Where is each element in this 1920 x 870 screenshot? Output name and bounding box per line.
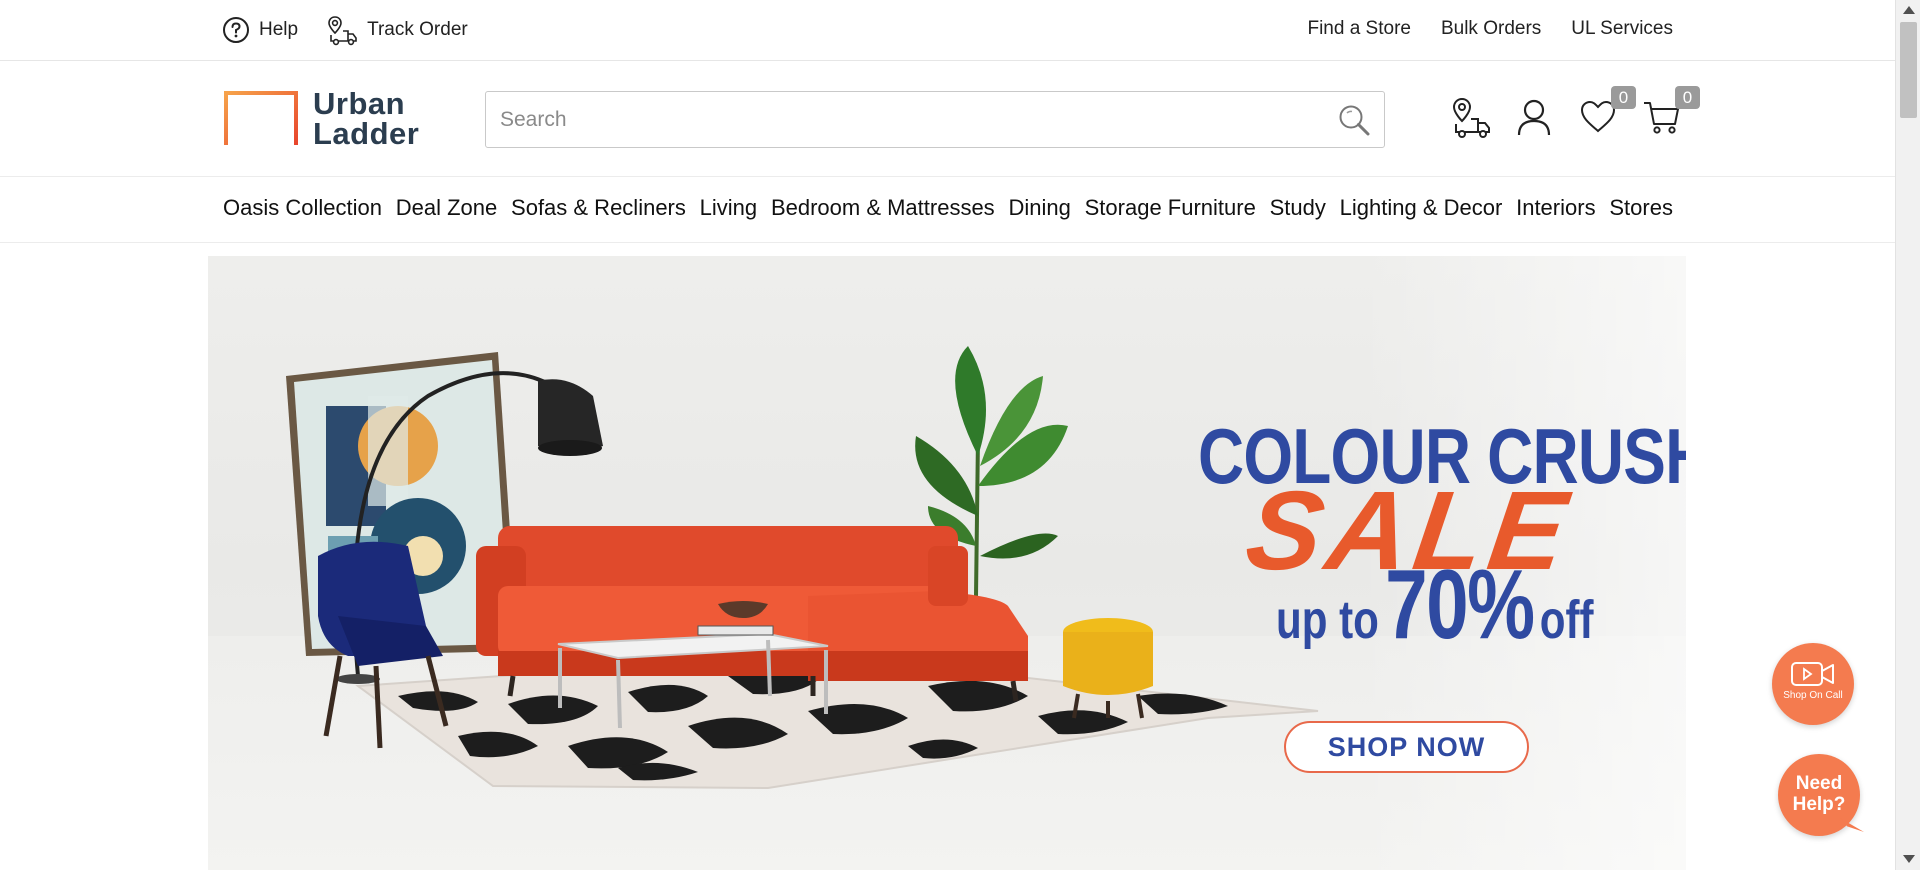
bulk-orders-link[interactable]: Bulk Orders bbox=[1441, 18, 1541, 40]
search-icon[interactable] bbox=[1336, 102, 1372, 138]
hero-banner[interactable]: COLOUR CRUSH SALE up to 70% off SHOP NOW bbox=[208, 256, 1686, 870]
track-order-icon bbox=[328, 16, 357, 46]
help-link[interactable]: Help bbox=[222, 16, 298, 44]
delivery-location-icon bbox=[1452, 97, 1490, 138]
shop-now-button[interactable]: SHOP NOW bbox=[1284, 721, 1529, 773]
nav-study[interactable]: Study bbox=[1270, 195, 1326, 221]
nav-living[interactable]: Living bbox=[700, 195, 757, 221]
utility-bar: Help Track Order Find a Store Bulk Order… bbox=[0, 0, 1895, 61]
header-icons: 0 0 bbox=[1450, 86, 1700, 141]
shop-on-call-label: Shop On Call bbox=[1783, 690, 1843, 701]
need-help-line-1: Need bbox=[1795, 773, 1843, 794]
nav-oasis-collection[interactable]: Oasis Collection bbox=[223, 195, 382, 221]
help-icon bbox=[223, 17, 249, 43]
account-button[interactable] bbox=[1514, 97, 1554, 141]
header: Urban Ladder Search 0 0 bbox=[0, 61, 1895, 177]
need-help-line-2: Help? bbox=[1792, 794, 1846, 815]
track-order-label: Track Order bbox=[367, 19, 468, 40]
hero-upto: up to bbox=[1276, 590, 1379, 650]
logo-text: Urban Ladder bbox=[313, 86, 420, 151]
scroll-down-arrow-icon[interactable] bbox=[1903, 855, 1915, 863]
help-label: Help bbox=[259, 19, 299, 40]
nav-storage-furniture[interactable]: Storage Furniture bbox=[1085, 195, 1256, 221]
hero-discount: up to 70% off bbox=[1276, 548, 1594, 661]
logo-line-1: Urban bbox=[313, 86, 406, 121]
hero-off: off bbox=[1539, 590, 1594, 650]
vertical-scrollbar[interactable] bbox=[1895, 0, 1920, 870]
cart-button[interactable]: 0 bbox=[1642, 86, 1700, 141]
nav-stores[interactable]: Stores bbox=[1609, 195, 1673, 221]
shop-on-call-button[interactable]: Shop On Call bbox=[1772, 643, 1854, 725]
wishlist-count-badge: 0 bbox=[1611, 86, 1636, 109]
cart-count-badge: 0 bbox=[1675, 86, 1700, 109]
nav-interiors[interactable]: Interiors bbox=[1516, 195, 1595, 221]
find-store-link[interactable]: Find a Store bbox=[1307, 18, 1411, 40]
category-list: Oasis Collection Deal Zone Sofas & Recli… bbox=[223, 195, 1673, 221]
scroll-up-arrow-icon[interactable] bbox=[1903, 6, 1915, 14]
utility-left: Help Track Order bbox=[222, 14, 468, 46]
search-box bbox=[485, 91, 1385, 148]
logo[interactable]: Urban Ladder bbox=[224, 86, 420, 151]
video-call-icon bbox=[1791, 662, 1834, 686]
utility-right: Find a Store Bulk Orders UL Services bbox=[1307, 18, 1673, 40]
hero-percent: 70% bbox=[1385, 549, 1535, 659]
scroll-thumb[interactable] bbox=[1900, 22, 1917, 118]
logo-mark-icon bbox=[224, 91, 298, 147]
track-order-link[interactable]: Track Order bbox=[326, 14, 468, 46]
category-nav: Oasis Collection Deal Zone Sofas & Recli… bbox=[0, 178, 1895, 243]
page: Help Track Order Find a Store Bulk Order… bbox=[0, 0, 1920, 870]
user-icon bbox=[1517, 99, 1551, 136]
logo-line-2: Ladder bbox=[313, 116, 420, 151]
nav-deal-zone[interactable]: Deal Zone bbox=[396, 195, 498, 221]
nav-lighting-decor[interactable]: Lighting & Decor bbox=[1340, 195, 1503, 221]
pouf-illustration bbox=[1063, 618, 1153, 719]
delivery-location-button[interactable] bbox=[1450, 97, 1490, 141]
nav-sofas-recliners[interactable]: Sofas & Recliners bbox=[511, 195, 686, 221]
wishlist-button[interactable]: 0 bbox=[1578, 86, 1636, 141]
nav-dining[interactable]: Dining bbox=[1008, 195, 1070, 221]
search-input[interactable] bbox=[486, 92, 1326, 147]
nav-bedroom-mattresses[interactable]: Bedroom & Mattresses bbox=[771, 195, 995, 221]
ul-services-link[interactable]: UL Services bbox=[1571, 18, 1673, 40]
